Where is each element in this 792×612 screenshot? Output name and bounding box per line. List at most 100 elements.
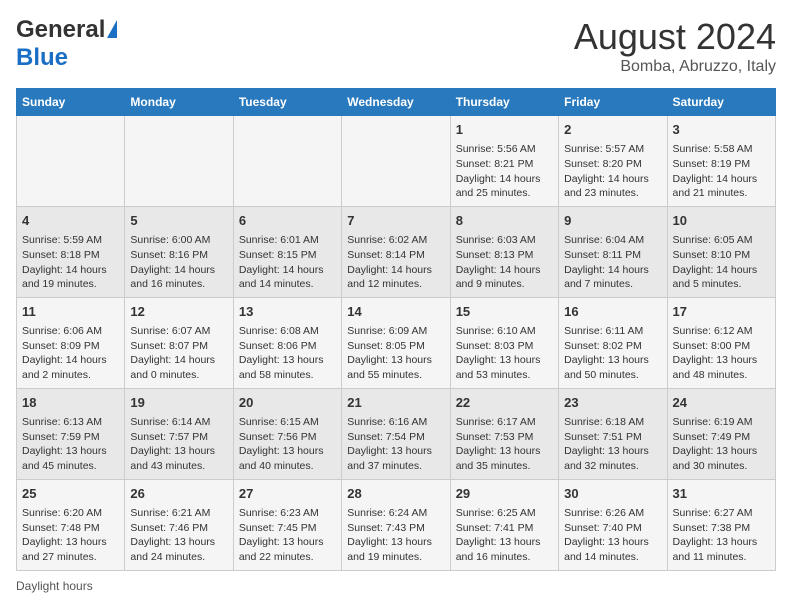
day-info: Sunrise: 6:14 AM Sunset: 7:57 PM Dayligh… <box>130 415 227 474</box>
calendar-subtitle: Bomba, Abruzzo, Italy <box>574 58 776 76</box>
day-info: Sunrise: 6:07 AM Sunset: 8:07 PM Dayligh… <box>130 324 227 383</box>
table-row: 22 Sunrise: 6:17 AM Sunset: 7:53 PM Dayli… <box>450 388 558 479</box>
day-info: Sunrise: 6:10 AM Sunset: 8:03 PM Dayligh… <box>456 324 553 383</box>
col-tuesday: Tuesday <box>233 89 341 116</box>
day-info: Sunrise: 6:24 AM Sunset: 7:43 PM Dayligh… <box>347 506 444 565</box>
day-info: Sunrise: 5:57 AM Sunset: 8:20 PM Dayligh… <box>564 142 661 201</box>
table-row <box>342 116 450 207</box>
table-row: 4 Sunrise: 5:59 AM Sunset: 8:18 PM Daylig… <box>17 206 125 297</box>
calendar-week-row: 25Sunrise: 6:20 AM Sunset: 7:48 PM Dayli… <box>17 479 776 570</box>
table-row: 6 Sunrise: 6:01 AM Sunset: 8:15 PM Daylig… <box>233 206 341 297</box>
table-row: 31 Sunrise: 6:27 AM Sunset: 7:38 PM Dayli… <box>667 479 775 570</box>
col-thursday: Thursday <box>450 89 558 116</box>
table-row: 28 Sunrise: 6:24 AM Sunset: 7:43 PM Dayli… <box>342 479 450 570</box>
day-number: 1 <box>456 121 553 139</box>
calendar-title: August 2024 <box>574 16 776 58</box>
day-number: 4 <box>22 212 119 230</box>
table-row: 15 Sunrise: 6:10 AM Sunset: 8:03 PM Dayli… <box>450 297 558 388</box>
day-number: 10 <box>673 212 770 230</box>
header-row: Sunday Monday Tuesday Wednesday Thursday… <box>17 89 776 116</box>
day-info: Sunrise: 6:04 AM Sunset: 8:11 PM Dayligh… <box>564 233 661 292</box>
table-row: 1 Sunrise: 5:56 AM Sunset: 8:21 PM Daylig… <box>450 116 558 207</box>
day-info: Sunrise: 6:08 AM Sunset: 8:06 PM Dayligh… <box>239 324 336 383</box>
page-header: General Blue August 2024 Bomba, Abruzzo,… <box>16 16 776 76</box>
table-row: 9Sunrise: 6:04 AM Sunset: 8:11 PM Daylig… <box>559 206 667 297</box>
day-number: 6 <box>239 212 336 230</box>
day-info: Sunrise: 6:26 AM Sunset: 7:40 PM Dayligh… <box>564 506 661 565</box>
day-info: Sunrise: 6:21 AM Sunset: 7:46 PM Dayligh… <box>130 506 227 565</box>
table-row: 12 Sunrise: 6:07 AM Sunset: 8:07 PM Dayli… <box>125 297 233 388</box>
calendar-header: Sunday Monday Tuesday Wednesday Thursday… <box>17 89 776 116</box>
table-row: 21 Sunrise: 6:16 AM Sunset: 7:54 PM Dayli… <box>342 388 450 479</box>
table-row: 18Sunrise: 6:13 AM Sunset: 7:59 PM Dayli… <box>17 388 125 479</box>
table-row: 27 Sunrise: 6:23 AM Sunset: 7:45 PM Dayli… <box>233 479 341 570</box>
table-row: 2 Sunrise: 5:57 AM Sunset: 8:20 PM Daylig… <box>559 116 667 207</box>
table-row: 14 Sunrise: 6:09 AM Sunset: 8:05 PM Dayli… <box>342 297 450 388</box>
day-number: 22 <box>456 394 553 412</box>
day-info: Sunrise: 6:01 AM Sunset: 8:15 PM Dayligh… <box>239 233 336 292</box>
day-info: Sunrise: 6:00 AM Sunset: 8:16 PM Dayligh… <box>130 233 227 292</box>
day-number: 2 <box>564 121 661 139</box>
day-number: 18 <box>22 394 119 412</box>
day-number: 7 <box>347 212 444 230</box>
day-info: Sunrise: 6:19 AM Sunset: 7:49 PM Dayligh… <box>673 415 770 474</box>
daylight-label: Daylight hours <box>16 579 93 593</box>
day-number: 27 <box>239 485 336 503</box>
table-row: 5 Sunrise: 6:00 AM Sunset: 8:16 PM Daylig… <box>125 206 233 297</box>
day-number: 12 <box>130 303 227 321</box>
logo-general: General <box>16 16 105 44</box>
logo-triangle-icon <box>107 20 117 38</box>
footer: Daylight hours <box>16 579 776 593</box>
col-sunday: Sunday <box>17 89 125 116</box>
day-info: Sunrise: 5:58 AM Sunset: 8:19 PM Dayligh… <box>673 142 770 201</box>
day-info: Sunrise: 6:06 AM Sunset: 8:09 PM Dayligh… <box>22 324 119 383</box>
day-info: Sunrise: 6:17 AM Sunset: 7:53 PM Dayligh… <box>456 415 553 474</box>
day-number: 5 <box>130 212 227 230</box>
day-info: Sunrise: 6:09 AM Sunset: 8:05 PM Dayligh… <box>347 324 444 383</box>
day-number: 28 <box>347 485 444 503</box>
table-row <box>125 116 233 207</box>
day-number: 24 <box>673 394 770 412</box>
title-section: August 2024 Bomba, Abruzzo, Italy <box>574 16 776 76</box>
day-info: Sunrise: 6:05 AM Sunset: 8:10 PM Dayligh… <box>673 233 770 292</box>
col-saturday: Saturday <box>667 89 775 116</box>
col-friday: Friday <box>559 89 667 116</box>
day-number: 19 <box>130 394 227 412</box>
day-number: 14 <box>347 303 444 321</box>
day-number: 15 <box>456 303 553 321</box>
calendar-week-row: 11 Sunrise: 6:06 AM Sunset: 8:09 PM Dayli… <box>17 297 776 388</box>
calendar-week-row: 4 Sunrise: 5:59 AM Sunset: 8:18 PM Daylig… <box>17 206 776 297</box>
calendar-body: 1 Sunrise: 5:56 AM Sunset: 8:21 PM Daylig… <box>17 116 776 571</box>
table-row <box>233 116 341 207</box>
day-info: Sunrise: 5:56 AM Sunset: 8:21 PM Dayligh… <box>456 142 553 201</box>
table-row: 16 Sunrise: 6:11 AM Sunset: 8:02 PM Dayli… <box>559 297 667 388</box>
day-info: Sunrise: 6:25 AM Sunset: 7:41 PM Dayligh… <box>456 506 553 565</box>
table-row: 3 Sunrise: 5:58 AM Sunset: 8:19 PM Daylig… <box>667 116 775 207</box>
day-number: 20 <box>239 394 336 412</box>
table-row: 24 Sunrise: 6:19 AM Sunset: 7:49 PM Dayli… <box>667 388 775 479</box>
day-info: Sunrise: 6:03 AM Sunset: 8:13 PM Dayligh… <box>456 233 553 292</box>
table-row: 13 Sunrise: 6:08 AM Sunset: 8:06 PM Dayli… <box>233 297 341 388</box>
day-number: 3 <box>673 121 770 139</box>
table-row: 17 Sunrise: 6:12 AM Sunset: 8:00 PM Dayli… <box>667 297 775 388</box>
table-row <box>17 116 125 207</box>
day-number: 8 <box>456 212 553 230</box>
day-info: Sunrise: 6:16 AM Sunset: 7:54 PM Dayligh… <box>347 415 444 474</box>
day-number: 31 <box>673 485 770 503</box>
day-info: Sunrise: 6:18 AM Sunset: 7:51 PM Dayligh… <box>564 415 661 474</box>
day-info: Sunrise: 6:23 AM Sunset: 7:45 PM Dayligh… <box>239 506 336 565</box>
day-number: 16 <box>564 303 661 321</box>
table-row: 29Sunrise: 6:25 AM Sunset: 7:41 PM Dayli… <box>450 479 558 570</box>
day-info: Sunrise: 6:11 AM Sunset: 8:02 PM Dayligh… <box>564 324 661 383</box>
day-info: Sunrise: 6:12 AM Sunset: 8:00 PM Dayligh… <box>673 324 770 383</box>
day-number: 21 <box>347 394 444 412</box>
day-number: 23 <box>564 394 661 412</box>
day-info: Sunrise: 5:59 AM Sunset: 8:18 PM Dayligh… <box>22 233 119 292</box>
day-number: 13 <box>239 303 336 321</box>
table-row: 7Sunrise: 6:02 AM Sunset: 8:14 PM Daylig… <box>342 206 450 297</box>
day-number: 11 <box>22 303 119 321</box>
table-row: 11 Sunrise: 6:06 AM Sunset: 8:09 PM Dayli… <box>17 297 125 388</box>
day-number: 17 <box>673 303 770 321</box>
day-info: Sunrise: 6:27 AM Sunset: 7:38 PM Dayligh… <box>673 506 770 565</box>
day-info: Sunrise: 6:15 AM Sunset: 7:56 PM Dayligh… <box>239 415 336 474</box>
